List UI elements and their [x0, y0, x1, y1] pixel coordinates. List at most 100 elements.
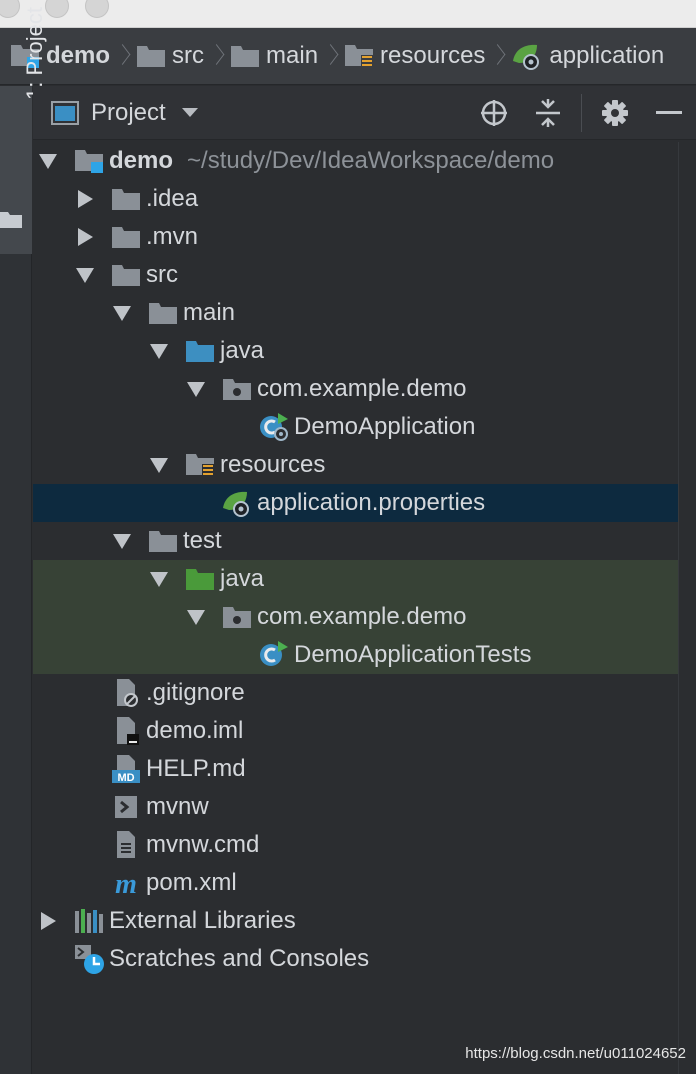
folder-icon	[110, 184, 142, 214]
expanded-arrow-icon[interactable]	[111, 302, 133, 324]
tree-item-label: demo	[109, 147, 174, 174]
tree-row-src[interactable]: src	[33, 256, 678, 294]
expanded-arrow-icon[interactable]	[111, 530, 133, 552]
tree-item-label: test	[183, 527, 222, 554]
tree-row-help-md[interactable]: MD HELP.md	[33, 750, 678, 788]
folder-icon	[110, 222, 142, 252]
expanded-arrow-icon[interactable]	[185, 378, 207, 400]
folder-icon	[147, 526, 179, 556]
tree-row-mvn[interactable]: .mvn	[33, 218, 678, 256]
breadcrumb-label: demo	[46, 42, 111, 69]
gear-icon	[602, 100, 628, 126]
breadcrumb-separator	[324, 41, 336, 71]
settings-button[interactable]	[588, 86, 642, 140]
zoom-window-button[interactable]	[85, 0, 109, 18]
collapsed-arrow-icon[interactable]	[37, 910, 59, 932]
tree-row-demoapplication[interactable]: DemoApplication	[33, 408, 678, 446]
window-titlebar	[0, 0, 696, 28]
tree-row-test[interactable]: test	[33, 522, 678, 560]
breadcrumb-item-main[interactable]: main	[230, 42, 318, 70]
module-icon	[73, 146, 105, 176]
tree-item-label: com.example.demo	[257, 603, 467, 630]
project-path: ~/study/Dev/IdeaWorkspace/demo	[187, 147, 555, 174]
tree-item-label: .idea	[146, 185, 199, 212]
tree-item-label: demo.iml	[146, 717, 244, 744]
spring-properties-icon	[221, 488, 253, 518]
breadcrumb-separator	[491, 41, 503, 71]
tree-row-demo[interactable]: demo ~/study/Dev/IdeaWorkspace/demo	[33, 142, 678, 180]
locate-button[interactable]	[467, 86, 521, 140]
project-tool-window-tab[interactable]	[0, 86, 32, 254]
tree-row-demoapplicationtests[interactable]: DemoApplicationTests	[33, 636, 678, 674]
breadcrumb-item-resources[interactable]: resources	[344, 42, 485, 70]
breadcrumb-label: src	[172, 42, 205, 69]
tree-item-label: HELP.md	[146, 755, 246, 782]
folder-icon	[230, 44, 260, 68]
locate-icon	[481, 100, 507, 126]
navigation-bar: demo src main resources application	[0, 28, 696, 85]
iml-file-icon	[110, 716, 142, 746]
tree-item-label: DemoApplication	[294, 413, 476, 440]
tree-row-com-example-demo[interactable]: com.example.demo	[33, 598, 678, 636]
text-file-icon	[110, 830, 142, 860]
tree-row-demo-iml[interactable]: demo.iml	[33, 712, 678, 750]
tree-item-label: pom.xml	[146, 869, 237, 896]
libraries-icon	[73, 906, 105, 936]
tree-row-mvnw-cmd[interactable]: mvnw.cmd	[33, 826, 678, 864]
spring-class-icon	[258, 412, 290, 442]
tree-row-gitignore[interactable]: .gitignore	[33, 674, 678, 712]
folder-icon	[136, 44, 166, 68]
package-icon	[221, 374, 253, 404]
collapsed-arrow-icon[interactable]	[74, 226, 96, 248]
tree-row-application-properties[interactable]: application.properties	[33, 484, 678, 522]
expanded-arrow-icon[interactable]	[148, 340, 170, 362]
tree-item-label: src	[146, 261, 178, 288]
maven-file-icon: m	[110, 868, 142, 898]
test-folder-icon	[184, 564, 216, 594]
breadcrumb-label: resources	[380, 42, 486, 69]
expanded-arrow-icon[interactable]	[37, 150, 59, 172]
test-class-icon	[258, 640, 290, 670]
breadcrumb-label: application	[549, 42, 665, 69]
tree-row-java[interactable]: java	[33, 560, 678, 598]
markdown-file-icon: MD	[110, 754, 142, 784]
minimize-icon	[656, 111, 682, 114]
expanded-arrow-icon[interactable]	[148, 454, 170, 476]
tree-row-scratches-and-consoles[interactable]: Scratches and Consoles	[33, 940, 678, 978]
tree-row-resources[interactable]: resources	[33, 446, 678, 484]
folder-icon	[147, 298, 179, 328]
expanded-arrow-icon[interactable]	[74, 264, 96, 286]
project-view-title: Project	[91, 98, 166, 126]
tree-scrollbar[interactable]	[678, 142, 696, 1074]
scratches-icon	[73, 944, 105, 974]
collapse-all-icon	[536, 99, 560, 127]
project-view-selector[interactable]: Project	[51, 99, 198, 127]
tree-item-label: application.properties	[257, 489, 486, 516]
breadcrumb-item-src[interactable]: src	[136, 42, 204, 70]
ignore-file-icon	[110, 678, 142, 708]
breadcrumb-item-application[interactable]: application	[511, 41, 664, 71]
resources-folder-icon	[344, 43, 374, 69]
tree-row-pom-xml[interactable]: m pom.xml	[33, 864, 678, 902]
hide-panel-button[interactable]	[642, 86, 696, 140]
project-tree: demo ~/study/Dev/IdeaWorkspace/demo .idea.…	[33, 142, 678, 978]
resources-folder-icon	[184, 450, 216, 480]
tree-item-label: java	[220, 337, 265, 364]
close-window-button[interactable]	[0, 0, 20, 18]
tree-row-external-libraries[interactable]: External Libraries	[33, 902, 678, 940]
collapse-all-button[interactable]	[521, 86, 575, 140]
tree-row-main[interactable]: main	[33, 294, 678, 332]
tree-row-java[interactable]: java	[33, 332, 678, 370]
expanded-arrow-icon[interactable]	[148, 568, 170, 590]
tree-item-label: Scratches and Consoles	[109, 945, 370, 972]
tree-item-label: main	[183, 299, 236, 326]
tree-row-com-example-demo[interactable]: com.example.demo	[33, 370, 678, 408]
tree-item-label: com.example.demo	[257, 375, 467, 402]
expanded-arrow-icon[interactable]	[185, 606, 207, 628]
collapsed-arrow-icon[interactable]	[74, 188, 96, 210]
tree-row-mvnw[interactable]: mvnw	[33, 788, 678, 826]
tree-row-idea[interactable]: .idea	[33, 180, 678, 218]
tree-item-label: resources	[220, 451, 326, 478]
tree-item-label: java	[220, 565, 265, 592]
minimize-window-button[interactable]	[45, 0, 69, 18]
